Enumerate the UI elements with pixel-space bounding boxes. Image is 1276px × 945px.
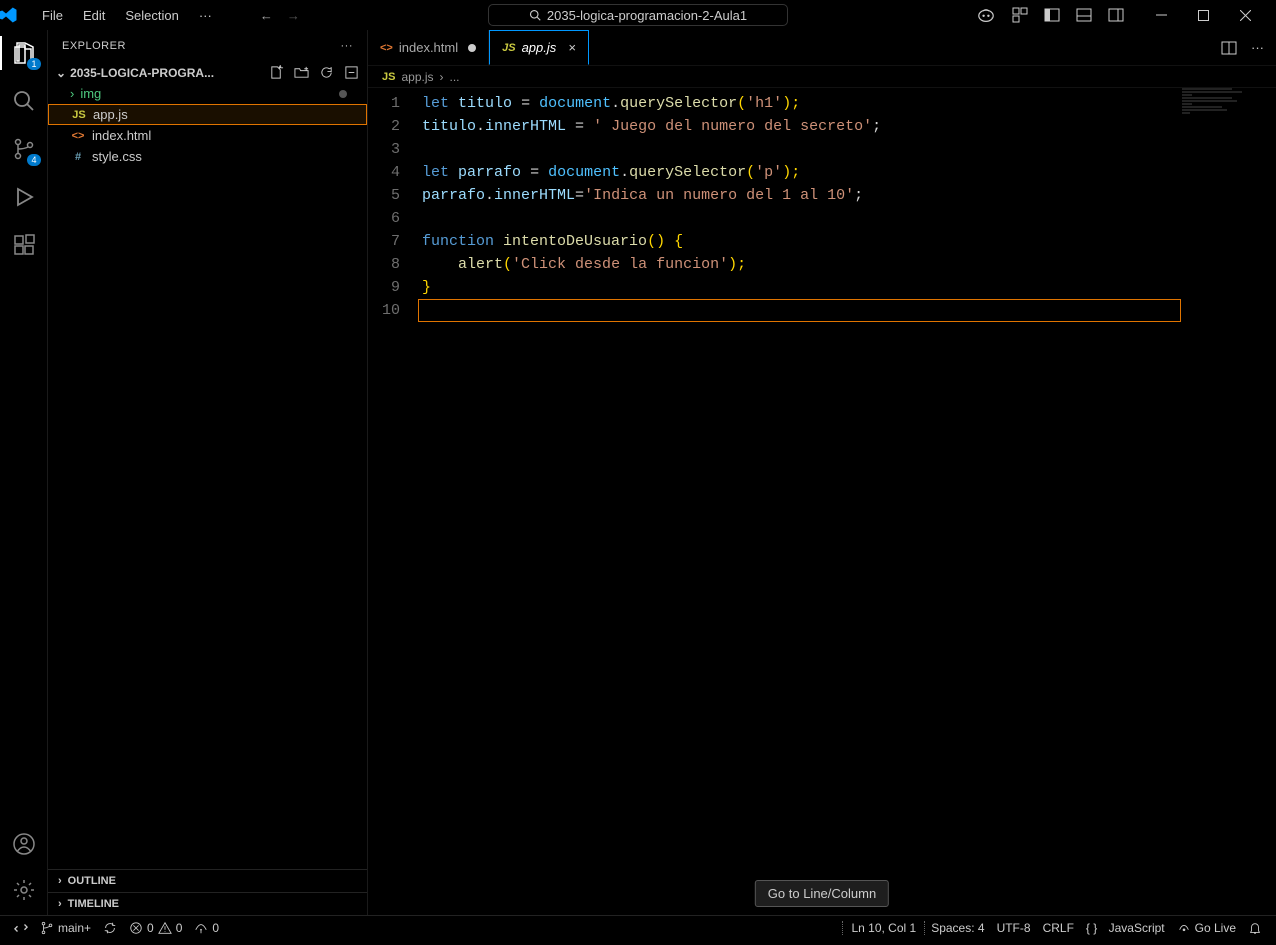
activity-extensions-icon[interactable] [9, 230, 39, 260]
js-file-icon: JS [382, 71, 395, 83]
problems[interactable]: 0 0 [123, 921, 188, 935]
new-file-icon[interactable] [269, 65, 284, 80]
file-label: app.js [93, 107, 128, 122]
tree-file-appjs[interactable]: JS app.js [48, 104, 367, 125]
panel-left-icon[interactable] [1044, 7, 1060, 23]
eol[interactable]: CRLF [1037, 921, 1080, 935]
editor-group: <> index.html JS app.js × ··· JS app.js … [368, 30, 1276, 915]
command-center[interactable]: 2035-logica-programacion-2-Aula1 [488, 4, 788, 26]
modified-dot-icon [339, 90, 347, 98]
tab-indexhtml[interactable]: <> index.html [368, 30, 489, 65]
tab-appjs[interactable]: JS app.js × [489, 30, 589, 65]
menu-more-icon[interactable]: ··· [191, 4, 220, 27]
file-tree: › img JS app.js <> index.html # style.cs… [48, 83, 367, 869]
window-minimize-icon[interactable] [1140, 0, 1182, 30]
minimap[interactable] [1182, 88, 1262, 915]
split-editor-icon[interactable] [1221, 40, 1237, 56]
breadcrumb-rest: ... [450, 70, 460, 84]
notifications-icon[interactable] [1242, 921, 1268, 935]
explorer-title: EXPLORER [62, 40, 126, 52]
nav-forward-icon[interactable]: → [287, 8, 300, 23]
folder-header[interactable]: ⌄ 2035-LOGICA-PROGRA... [48, 62, 367, 83]
collapse-icon[interactable] [344, 65, 359, 80]
chevron-right-icon: › [70, 86, 74, 101]
html-file-icon: <> [380, 42, 393, 54]
nav-back-icon[interactable]: ← [260, 8, 273, 23]
new-folder-icon[interactable] [294, 65, 309, 80]
outline-section[interactable]: › OUTLINE [48, 869, 367, 892]
encoding[interactable]: UTF-8 [991, 921, 1037, 935]
chevron-down-icon: ⌄ [56, 66, 66, 80]
activity-debug-icon[interactable] [9, 182, 39, 212]
cursor-position[interactable]: Ln 10, Col 1 [842, 921, 925, 935]
refresh-icon[interactable] [319, 65, 334, 80]
menu-bar: File Edit Selection ··· [34, 4, 220, 27]
tree-file-stylecss[interactable]: # style.css [48, 146, 367, 167]
chevron-right-icon: › [58, 875, 62, 887]
window-maximize-icon[interactable] [1182, 0, 1224, 30]
breadcrumb[interactable]: JS app.js › ... [368, 66, 1276, 88]
tree-folder-img[interactable]: › img [48, 83, 367, 104]
code-editor[interactable]: 12345678910 let titulo = document.queryS… [368, 88, 1276, 915]
layout-customize-icon[interactable] [1012, 7, 1028, 23]
breadcrumb-sep: › [440, 70, 444, 84]
folder-name: 2035-LOGICA-PROGRA... [70, 66, 214, 80]
scm-badge: 4 [27, 154, 40, 166]
js-file-icon: JS [502, 42, 515, 54]
tab-label: app.js [522, 40, 557, 55]
status-bar: main+ 0 0 0 Ln 10, Col 1 Spaces: 4 UTF-8… [0, 915, 1276, 939]
js-file-icon: JS [71, 109, 87, 121]
timeline-label: TIMELINE [68, 898, 119, 910]
command-center-text: 2035-logica-programacion-2-Aula1 [547, 8, 747, 23]
file-label: index.html [92, 128, 151, 143]
tree-file-indexhtml[interactable]: <> index.html [48, 125, 367, 146]
window-close-icon[interactable] [1224, 0, 1266, 30]
explorer-sidebar: EXPLORER ··· ⌄ 2035-LOGICA-PROGRA... › i… [48, 30, 368, 915]
activity-search-icon[interactable] [9, 86, 39, 116]
nav-arrows: ← → [260, 8, 300, 23]
editor-more-icon[interactable]: ··· [1251, 40, 1264, 55]
tab-label: index.html [399, 40, 458, 55]
folder-label: img [80, 86, 101, 101]
panel-right-icon[interactable] [1108, 7, 1124, 23]
copilot-icon[interactable] [976, 7, 996, 23]
git-branch[interactable]: main+ [34, 921, 97, 935]
goto-line-tooltip: Go to Line/Column [755, 880, 889, 907]
breadcrumb-file: app.js [401, 70, 433, 84]
timeline-section[interactable]: › TIMELINE [48, 892, 367, 915]
activity-bar: 1 4 [0, 30, 48, 915]
editor-tabs: <> index.html JS app.js × ··· [368, 30, 1276, 66]
menu-file[interactable]: File [34, 4, 71, 27]
menu-selection[interactable]: Selection [117, 4, 186, 27]
code-content[interactable]: let titulo = document.querySelector('h1'… [416, 88, 1276, 915]
go-live[interactable]: Go Live [1171, 921, 1242, 935]
vscode-logo [0, 6, 34, 24]
panel-bottom-icon[interactable] [1076, 7, 1092, 23]
file-label: style.css [92, 149, 142, 164]
activity-explorer-icon[interactable]: 1 [9, 38, 39, 68]
close-tab-icon[interactable]: × [568, 40, 576, 55]
chevron-right-icon: › [58, 898, 62, 910]
activity-settings-icon[interactable] [9, 875, 39, 905]
explorer-more-icon[interactable]: ··· [341, 40, 354, 52]
css-file-icon: # [70, 151, 86, 163]
explorer-badge: 1 [27, 58, 40, 70]
search-icon [529, 9, 541, 21]
menu-edit[interactable]: Edit [75, 4, 113, 27]
sync-icon[interactable] [97, 921, 123, 935]
activity-scm-icon[interactable]: 4 [9, 134, 39, 164]
outline-label: OUTLINE [68, 875, 116, 887]
remote-icon[interactable] [8, 921, 34, 935]
ports[interactable]: 0 [188, 921, 225, 935]
titlebar: File Edit Selection ··· ← → 2035-logica-… [0, 0, 1276, 30]
indent[interactable]: Spaces: 4 [925, 921, 990, 935]
line-gutter: 12345678910 [368, 88, 416, 915]
activity-account-icon[interactable] [9, 829, 39, 859]
html-file-icon: <> [70, 130, 86, 142]
language-mode[interactable]: { } JavaScript [1080, 921, 1171, 935]
